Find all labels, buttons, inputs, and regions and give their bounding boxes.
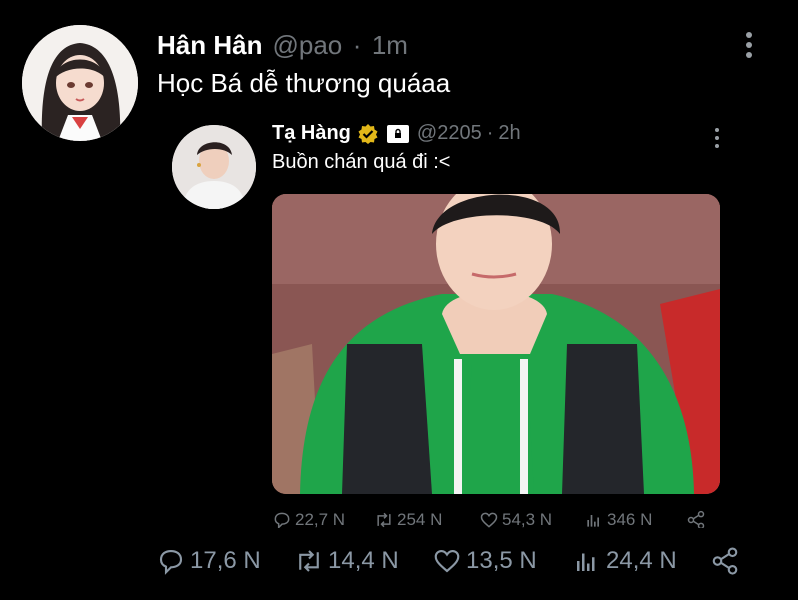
more-options-icon[interactable] bbox=[746, 32, 752, 58]
views-icon bbox=[587, 515, 599, 527]
quoted-more-options-icon[interactable] bbox=[715, 128, 719, 148]
quoted-author-avatar[interactable] bbox=[172, 125, 256, 209]
quoted-share-button[interactable] bbox=[686, 510, 706, 528]
quoted-like-button[interactable]: 54,3 N bbox=[479, 510, 552, 528]
quoted-tweet-text: Buồn chán quá đi :< bbox=[272, 151, 451, 173]
retweet-count: 14,4 N bbox=[328, 547, 399, 574]
quoted-reply-button[interactable]: 22,7 N bbox=[272, 510, 345, 528]
like-count: 13,5 N bbox=[466, 547, 537, 574]
views-button[interactable]: 24,4 N bbox=[572, 546, 677, 576]
reply-button[interactable]: 17,6 N bbox=[156, 546, 261, 576]
meta-separator: · bbox=[352, 30, 362, 60]
quoted-view-count: 346 N bbox=[607, 510, 653, 528]
tweet-header: Hân Hân @pao · 1m bbox=[157, 30, 408, 61]
avatar-illustration bbox=[22, 25, 138, 141]
photo-content bbox=[272, 194, 720, 494]
quoted-meta-separator: · bbox=[486, 122, 494, 144]
quoted-media-photo[interactable] bbox=[272, 194, 720, 494]
gold-check-icon[interactable] bbox=[357, 123, 379, 145]
quoted-action-bar: 22,7 N 254 N 54,3 N 346 N bbox=[272, 508, 722, 528]
retweet-icon bbox=[299, 550, 319, 572]
quoted-author-handle[interactable]: @2205 bbox=[417, 122, 482, 145]
reply-icon bbox=[159, 549, 183, 575]
quoted-reply-count: 22,7 N bbox=[295, 510, 346, 528]
quoted-retweet-count: 254 N bbox=[397, 510, 443, 528]
tweet-action-bar: 17,6 N 14,4 N 13,5 N 24,4 N bbox=[156, 544, 756, 580]
author-name[interactable]: Hân Hân bbox=[157, 30, 262, 60]
share-button[interactable] bbox=[710, 546, 740, 576]
like-button[interactable]: 13,5 N bbox=[432, 546, 537, 576]
lock-icon bbox=[386, 124, 409, 143]
quoted-retweet-button[interactable]: 254 N bbox=[374, 510, 442, 528]
share-icon bbox=[712, 547, 738, 575]
view-count: 24,4 N bbox=[606, 547, 677, 574]
share-icon bbox=[687, 510, 705, 528]
quoted-tweet-time[interactable]: 2h bbox=[498, 122, 520, 145]
tweet-text: Học Bá dễ thương quáaa bbox=[157, 68, 451, 98]
reply-count: 17,6 N bbox=[190, 547, 261, 574]
author-handle[interactable]: @pao bbox=[272, 30, 342, 60]
author-avatar[interactable] bbox=[22, 25, 138, 141]
quoted-like-count: 54,3 N bbox=[502, 510, 553, 528]
reply-icon bbox=[274, 512, 290, 528]
quoted-avatar-photo bbox=[172, 125, 256, 209]
retweet-button[interactable]: 14,4 N bbox=[294, 546, 399, 576]
quoted-views-button[interactable]: 346 N bbox=[584, 510, 652, 528]
heart-icon bbox=[434, 549, 460, 573]
views-icon bbox=[577, 553, 595, 571]
retweet-icon bbox=[377, 512, 391, 528]
heart-icon bbox=[480, 512, 498, 528]
quoted-author-name[interactable]: Tạ Hàng bbox=[272, 122, 351, 145]
tweet-time[interactable]: 1m bbox=[372, 30, 408, 60]
quoted-header: Tạ Hàng @2205 · 2h bbox=[272, 122, 521, 145]
